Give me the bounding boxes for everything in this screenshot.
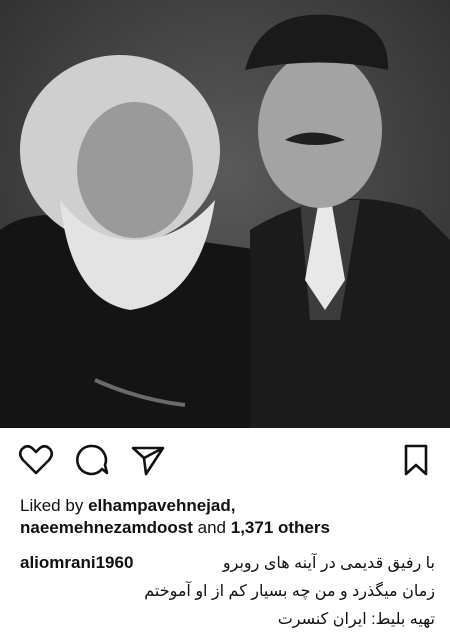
caption-first-line: aliomrani1960 با رفیق قدیمی در آینه های …: [20, 549, 435, 578]
caption-line: زمان میگذرد و من چه بسیار کم از او آموخت…: [144, 583, 435, 600]
likes-prefix: Liked by: [20, 496, 84, 515]
photo-image: [0, 0, 450, 428]
post-caption: aliomrani1960 با رفیق قدیمی در آینه های …: [20, 549, 435, 634]
likes-count[interactable]: 1,371 others: [231, 518, 330, 537]
caption-line: تهیه بلیط: ایران کنسرت: [277, 611, 435, 628]
likes-connector: and: [197, 518, 226, 537]
post-action-bar: [0, 440, 450, 484]
like-heart-icon[interactable]: [16, 440, 56, 480]
likes-summary: Liked by elhampavehnejad, naeemehnezamdo…: [20, 495, 440, 539]
liker-username[interactable]: elhampavehnejad,: [88, 496, 235, 515]
share-paper-plane-icon[interactable]: [128, 440, 168, 480]
post-photo[interactable]: [0, 0, 450, 428]
comment-bubble-icon[interactable]: [72, 440, 112, 480]
caption-line: با رفیق قدیمی در آینه های روبرو: [222, 555, 435, 572]
save-bookmark-icon[interactable]: [396, 440, 436, 480]
liker-username[interactable]: naeemehnezamdoost: [20, 518, 193, 537]
caption-username[interactable]: aliomrani1960: [20, 549, 133, 577]
